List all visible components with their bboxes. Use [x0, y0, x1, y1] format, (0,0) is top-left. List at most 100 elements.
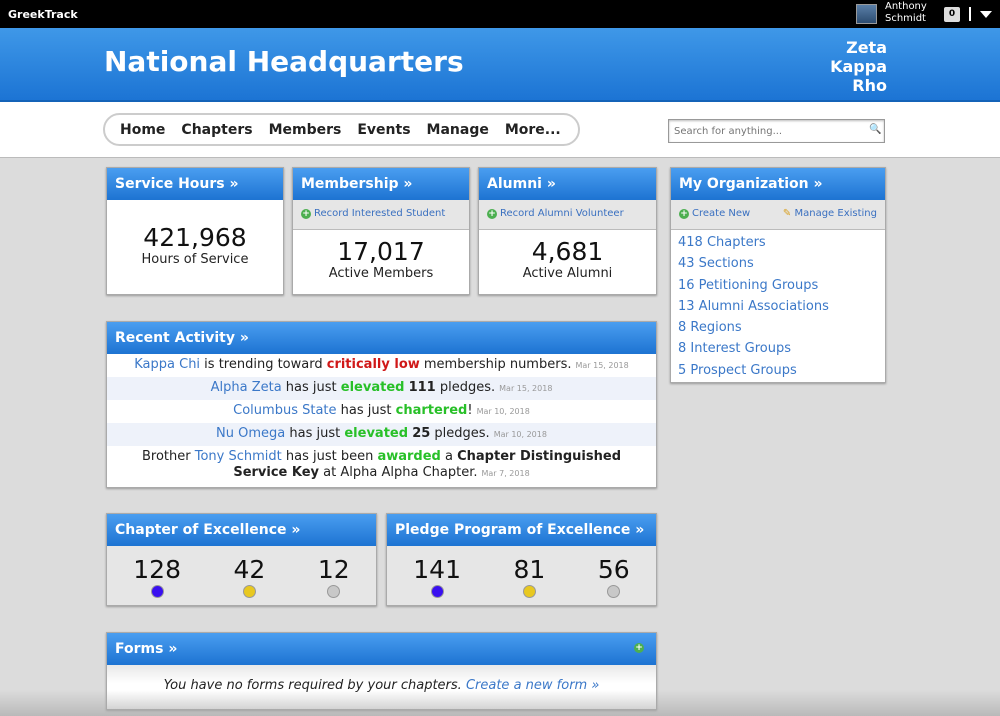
activity-link[interactable]: Alpha Zeta — [211, 380, 282, 395]
record-student-link[interactable]: + Record Interested Student — [293, 200, 469, 230]
notification-badge[interactable]: 0 — [944, 7, 960, 22]
count-value: 81 — [513, 555, 546, 584]
avatar[interactable] — [856, 4, 877, 24]
activity-text: chartered — [395, 403, 468, 418]
activity-link[interactable]: Kappa Chi — [134, 357, 200, 372]
chevron-down-icon[interactable] — [980, 11, 992, 18]
excellence-count[interactable]: 81 — [513, 555, 546, 605]
user-first: Anthony — [885, 1, 927, 12]
org-line: Rho — [852, 76, 887, 95]
card-title[interactable]: My Organization » — [671, 168, 885, 200]
page-title: National Headquarters — [104, 45, 464, 78]
action-label: Manage Existing — [794, 208, 877, 219]
org-line: Zeta — [846, 38, 887, 57]
activity-link[interactable]: Tony Schmidt — [195, 449, 282, 464]
nav-members[interactable]: Members — [269, 122, 342, 138]
membership-value: 17,017 — [337, 237, 425, 266]
activity-text: a — [440, 449, 458, 464]
nav-manage[interactable]: Manage — [427, 122, 489, 138]
card-title[interactable]: Chapter of Excellence » — [107, 514, 376, 546]
excellence-count[interactable]: 141 — [413, 555, 461, 605]
activity-date: Mar 15, 2018 — [575, 361, 629, 370]
record-alumni-link[interactable]: + Record Alumni Volunteer — [479, 200, 656, 230]
activity-text: 111 — [408, 380, 436, 395]
card-title[interactable]: Alumni » — [479, 168, 656, 200]
org-item[interactable]: 43 Sections — [671, 253, 885, 274]
activity-text: critically low — [326, 357, 420, 372]
activity-text: at Alpha Alpha Chapter. — [319, 465, 478, 480]
activity-text: has just — [281, 380, 341, 395]
divider — [969, 7, 971, 21]
plus-icon: + — [679, 209, 689, 219]
service-hours-label: Hours of Service — [141, 252, 249, 267]
add-form-icon[interactable]: + — [634, 643, 644, 653]
membership-label: Active Members — [328, 266, 434, 281]
tier-dot-icon — [522, 585, 536, 598]
nav-more[interactable]: More... — [505, 122, 561, 138]
excellence-count[interactable]: 128 — [133, 555, 181, 605]
activity-row: Alpha Zeta has just elevated 111 pledges… — [107, 377, 656, 400]
card-title[interactable]: Recent Activity » — [107, 322, 656, 354]
org-item[interactable]: 16 Petitioning Groups — [671, 275, 885, 296]
org-item[interactable]: 13 Alumni Associations — [671, 296, 885, 317]
header: National Headquarters Zeta Kappa Rho — [0, 28, 1000, 102]
manage-existing-link[interactable]: ✎ Manage Existing — [783, 208, 877, 221]
count-value: 128 — [133, 555, 181, 584]
action-label: Create New — [692, 208, 751, 219]
org-item[interactable]: 8 Regions — [671, 317, 885, 338]
activity-link[interactable]: Columbus State — [233, 403, 336, 418]
nav-home[interactable]: Home — [120, 122, 165, 138]
forms-title[interactable]: Forms » — [115, 641, 177, 657]
activity-link[interactable]: Nu Omega — [216, 426, 285, 441]
alumni-label: Active Alumni — [522, 266, 613, 281]
tier-dot-icon — [327, 585, 341, 598]
plus-icon: + — [301, 209, 311, 219]
activity-text: is trending toward — [200, 357, 327, 372]
org-item[interactable]: 5 Prospect Groups — [671, 360, 885, 381]
activity-text: awarded — [377, 449, 441, 464]
card-title[interactable]: Service Hours » — [107, 168, 283, 200]
search-input[interactable] — [668, 119, 885, 143]
plus-icon: + — [487, 209, 497, 219]
tier-dot-icon — [150, 585, 164, 598]
tier-dot-icon — [242, 585, 256, 598]
card-title: Forms » + — [107, 633, 656, 665]
activity-row: Nu Omega has just elevated 25 pledges. Ma… — [107, 423, 656, 446]
brand-logo[interactable]: GreekTrack — [8, 8, 78, 21]
activity-text: pledges. — [430, 426, 490, 441]
activity-date: Mar 10, 2018 — [476, 407, 530, 416]
create-new-link[interactable]: + Create New — [679, 208, 750, 221]
search-icon[interactable]: 🔍 — [869, 124, 881, 135]
card-title[interactable]: Membership » — [293, 168, 469, 200]
org-item[interactable]: 418 Chapters — [671, 232, 885, 253]
count-value: 12 — [317, 555, 350, 584]
org-item[interactable]: 8 Interest Groups — [671, 338, 885, 359]
bottom-fade — [0, 690, 1000, 716]
alumni-value: 4,681 — [531, 237, 604, 266]
activity-text: ! — [467, 403, 473, 418]
nav-chapters[interactable]: Chapters — [181, 122, 252, 138]
excellence-count[interactable]: 42 — [233, 555, 266, 605]
top-bar: GreekTrack Anthony Schmidt 0 — [0, 0, 1000, 28]
count-value: 141 — [413, 555, 461, 584]
pencil-icon: ✎ — [782, 208, 792, 219]
excellence-count[interactable]: 56 — [597, 555, 630, 605]
excellence-count[interactable]: 12 — [317, 555, 350, 605]
activity-text: has just — [285, 426, 345, 441]
user-name[interactable]: Anthony Schmidt — [885, 1, 927, 25]
org-name: Zeta Kappa Rho — [830, 38, 887, 95]
activity-row: Columbus State has just chartered! Mar 10… — [107, 400, 656, 423]
activity-row: Kappa Chi is trending toward critically … — [107, 354, 656, 377]
card-title[interactable]: Pledge Program of Excellence » — [387, 514, 656, 546]
my-organization-card: My Organization » + Create New ✎ Manage Ex… — [670, 167, 886, 383]
count-value: 56 — [597, 555, 630, 584]
nav-events[interactable]: Events — [357, 122, 410, 138]
activity-row: Brother Tony Schmidt has just been award… — [107, 446, 656, 485]
user-last: Schmidt — [885, 13, 926, 24]
membership-card: Membership » + Record Interested Student … — [292, 167, 470, 295]
tier-dot-icon — [430, 585, 444, 598]
count-value: 42 — [233, 555, 266, 584]
activity-text: 25 — [412, 426, 431, 441]
activity-text: has just been — [281, 449, 378, 464]
nav-bar: Home Chapters Members Events Manage More… — [0, 102, 1000, 158]
